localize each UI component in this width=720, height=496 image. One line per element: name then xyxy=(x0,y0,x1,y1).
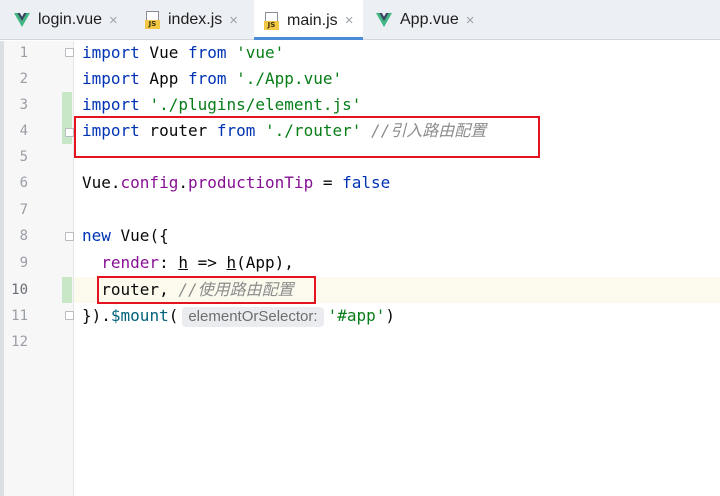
line-number: 11 xyxy=(11,308,28,324)
line-number: 7 xyxy=(19,202,28,218)
gutter-strip xyxy=(0,41,4,496)
tab-label: index.js xyxy=(168,11,223,28)
code-line-2[interactable]: import App from './App.vue' xyxy=(82,66,342,92)
fold-icon[interactable] xyxy=(65,128,74,137)
parameter-hint: elementOrSelector: xyxy=(182,307,324,327)
code-line-6[interactable]: Vue.config.productionTip = false xyxy=(82,170,390,196)
line-number: 5 xyxy=(19,149,28,165)
code-line-1[interactable]: import Vue from 'vue' xyxy=(82,40,284,66)
tab-label: main.js xyxy=(287,11,338,29)
highlight-box-import-router xyxy=(74,116,540,158)
js-file-icon: JS xyxy=(264,11,279,30)
close-icon[interactable]: × xyxy=(229,12,238,29)
tab-label: App.vue xyxy=(400,11,459,28)
vcs-change-marker[interactable] xyxy=(62,277,72,303)
line-number: 9 xyxy=(19,255,28,271)
line-number: 2 xyxy=(19,71,28,87)
code-line-9[interactable]: render: h => h(App), xyxy=(82,250,294,276)
vue-icon xyxy=(14,13,30,27)
line-number: 12 xyxy=(11,334,28,350)
vcs-change-marker[interactable] xyxy=(62,92,72,118)
highlight-box-use-router xyxy=(97,276,316,304)
code-line-11[interactable]: }).$mount(elementOrSelector: '#app') xyxy=(82,303,395,329)
editor-tab-bar: login.vue × JS index.js × JS main.js × A… xyxy=(0,0,720,41)
close-icon[interactable]: × xyxy=(466,12,475,29)
code-line-3[interactable]: import './plugins/element.js' xyxy=(82,92,361,118)
line-number: 1 xyxy=(19,45,28,61)
fold-icon[interactable] xyxy=(65,232,74,241)
tab-index-js[interactable]: JS index.js × xyxy=(145,0,238,40)
line-number: 10 xyxy=(11,282,28,298)
js-file-icon: JS xyxy=(145,11,160,29)
line-number: 3 xyxy=(19,97,28,113)
fold-icon[interactable] xyxy=(65,311,74,320)
line-number: 8 xyxy=(19,228,28,244)
close-icon[interactable]: × xyxy=(345,12,354,29)
close-icon[interactable]: × xyxy=(109,12,118,29)
tab-app-vue[interactable]: App.vue × xyxy=(376,0,474,40)
code-line-8[interactable]: new Vue({ xyxy=(82,223,169,249)
tab-label: login.vue xyxy=(38,11,103,28)
line-number: 4 xyxy=(19,123,28,139)
fold-icon[interactable] xyxy=(65,48,74,57)
tab-login-vue[interactable]: login.vue × xyxy=(14,0,118,40)
line-number: 6 xyxy=(19,175,28,191)
vue-icon xyxy=(376,13,392,27)
tab-main-js[interactable]: JS main.js × xyxy=(254,0,364,41)
